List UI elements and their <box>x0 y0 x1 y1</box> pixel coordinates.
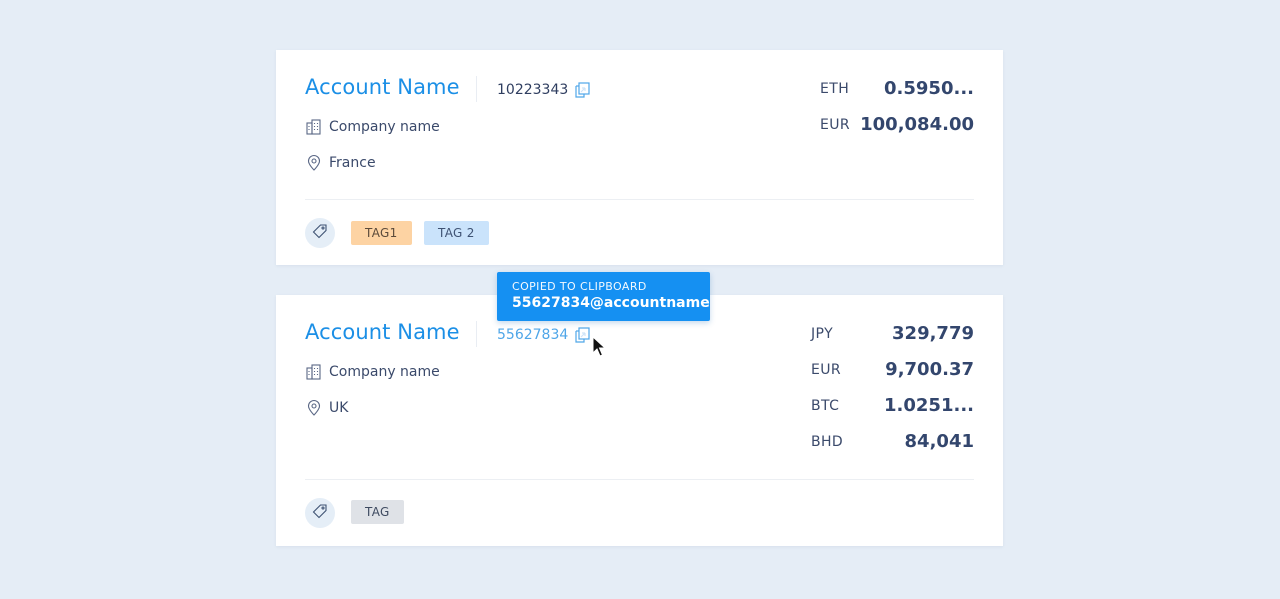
account-card: Account Name 55627834 Company name UK JP… <box>276 295 1003 546</box>
account-name[interactable]: Account Name <box>305 75 460 99</box>
balance-row: JPY 329,779 <box>774 323 974 347</box>
divider <box>305 479 974 480</box>
account-name[interactable]: Account Name <box>305 320 460 344</box>
balance-currency: BTC <box>811 398 840 414</box>
tooltip-value: 55627834@accountname <box>512 295 710 311</box>
company-name: Company name <box>329 119 440 135</box>
balance-amount: 0.5950... <box>884 78 974 99</box>
balance-amount: 84,041 <box>904 431 974 452</box>
tag-chip[interactable]: TAG <box>351 500 404 524</box>
copy-icon[interactable] <box>572 80 592 100</box>
balance-row: EUR 9,700.37 <box>774 359 974 383</box>
tag-icon <box>312 223 328 243</box>
building-icon <box>305 118 323 136</box>
company-row: Company name <box>305 118 440 136</box>
account-card: Account Name 10223343 Company name Franc… <box>276 50 1003 265</box>
balance-amount: 100,084.00 <box>860 114 974 135</box>
location-name: UK <box>329 400 349 416</box>
tag-button[interactable] <box>305 498 335 528</box>
balance-row: ETH 0.5950... <box>774 78 974 102</box>
balance-amount: 329,779 <box>892 323 974 344</box>
tag-button[interactable] <box>305 218 335 248</box>
divider <box>305 199 974 200</box>
balance-amount: 1.0251... <box>884 395 974 416</box>
divider <box>476 321 477 347</box>
location-row: UK <box>305 399 348 417</box>
company-name: Company name <box>329 364 440 380</box>
location-name: France <box>329 155 376 171</box>
tag-chip[interactable]: TAG1 <box>351 221 412 245</box>
map-pin-icon <box>305 154 323 172</box>
balance-amount: 9,700.37 <box>885 359 974 380</box>
copied-tooltip: COPIED TO CLIPBOARD 55627834@accountname <box>497 272 710 321</box>
location-row: France <box>305 154 376 172</box>
account-number-text: 55627834 <box>497 327 569 343</box>
account-number: 10223343 <box>497 80 592 100</box>
balance-currency: EUR <box>820 117 851 133</box>
tooltip-label: COPIED TO CLIPBOARD <box>512 280 647 293</box>
mouse-cursor-icon <box>592 335 608 358</box>
balance-currency: EUR <box>811 362 842 378</box>
account-number: 55627834 <box>497 325 592 345</box>
building-icon <box>305 363 323 381</box>
balance-row: EUR 100,084.00 <box>774 114 974 138</box>
account-number-text: 10223343 <box>497 82 569 98</box>
tag-chip[interactable]: TAG 2 <box>424 221 489 245</box>
balance-currency: BHD <box>811 434 844 450</box>
company-row: Company name <box>305 363 440 381</box>
balance-currency: JPY <box>811 326 834 342</box>
tag-icon <box>312 503 328 523</box>
balance-currency: ETH <box>820 81 850 97</box>
map-pin-icon <box>305 399 323 417</box>
balance-row: BHD 84,041 <box>774 431 974 455</box>
balance-row: BTC 1.0251... <box>774 395 974 419</box>
divider <box>476 76 477 102</box>
copy-icon[interactable] <box>572 325 592 345</box>
